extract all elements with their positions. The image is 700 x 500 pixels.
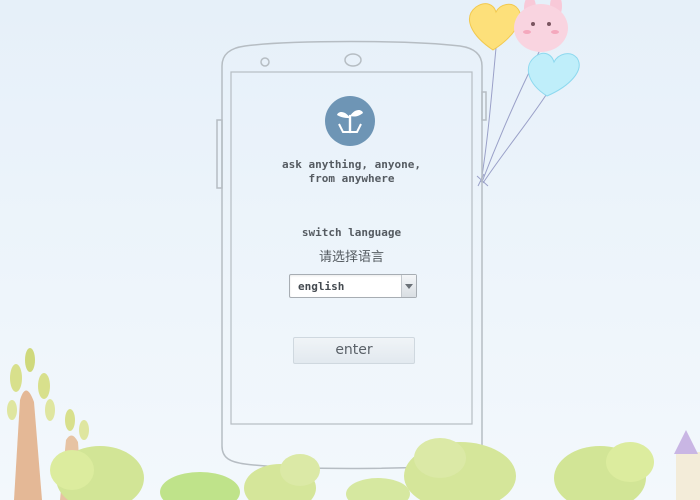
tagline-line-1: ask anything, anyone,	[281, 158, 422, 171]
pink-bunny-balloon	[514, 0, 568, 52]
switch-language-label-cn: 请选择语言	[318, 250, 384, 265]
tagline: ask anything, anyone, from anywhere	[231, 158, 472, 186]
blue-heart-balloon	[527, 52, 580, 97]
sprout-logo-icon	[325, 96, 375, 146]
phone-screen: ask anything, anyone, from anywhere swit…	[231, 72, 472, 424]
yellow-heart-balloon	[469, 3, 521, 51]
tagline-line-2: from anywhere	[308, 172, 395, 185]
language-select[interactable]: english	[289, 274, 417, 298]
language-select-value: english	[298, 280, 345, 293]
switch-language-label: switch language	[301, 226, 402, 239]
splash-screen: ask anything, anyone, from anywhere swit…	[0, 0, 700, 500]
dropdown-arrow-icon[interactable]	[401, 275, 416, 297]
enter-button[interactable]: enter	[293, 337, 415, 364]
tower	[674, 430, 700, 500]
